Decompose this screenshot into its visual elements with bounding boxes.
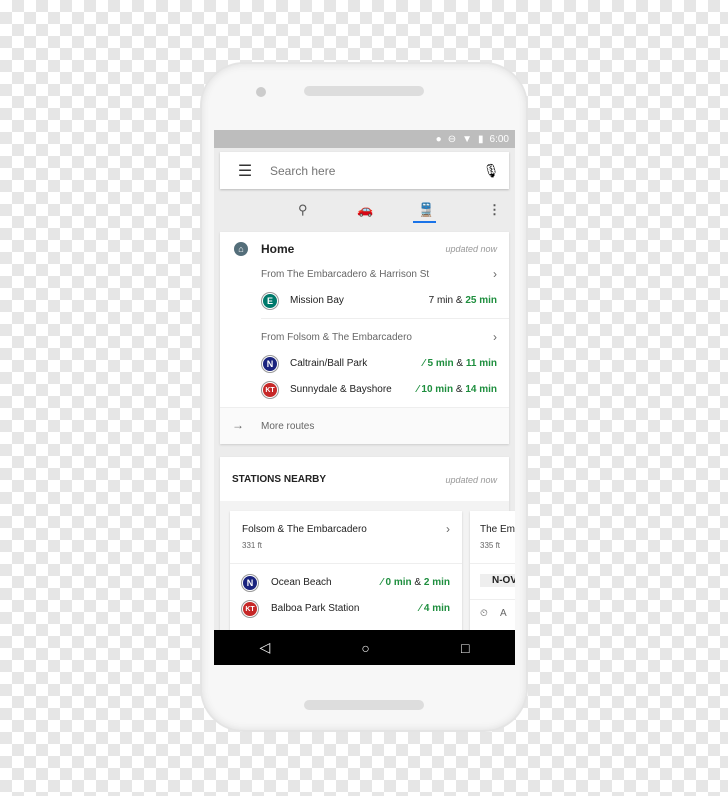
home-icon: ⌂: [233, 241, 249, 257]
from-label: From Folsom & The Embarcadero: [261, 332, 412, 343]
more-routes-button[interactable]: → More routes: [220, 407, 509, 444]
car-icon[interactable]: 🚗: [357, 202, 373, 218]
recents-button[interactable]: □: [461, 640, 469, 656]
updated-label: updated now: [445, 475, 497, 485]
arrow-right-icon: →: [232, 418, 244, 432]
extra-label: A: [500, 608, 507, 619]
status-bar: ● ⊖ ▼ ▮ 6:00: [214, 130, 515, 148]
home-card: ⌂ Home updated now From The Embarcadero …: [220, 232, 509, 444]
menu-icon[interactable]: ☰: [220, 161, 270, 181]
back-button[interactable]: ◁: [260, 639, 271, 656]
line-label: N-OV: [480, 574, 515, 587]
divider: [230, 563, 462, 564]
chevron-right-icon: ›: [446, 522, 450, 536]
status-time: 6:00: [489, 133, 509, 145]
time-2: 11 min: [465, 358, 497, 369]
more-icon[interactable]: ⋮: [488, 202, 501, 218]
schedule-icon: ⏲: [480, 608, 488, 619]
route-dest: Balboa Park Station: [271, 603, 360, 614]
divider: [261, 318, 509, 319]
amp: &: [414, 577, 422, 588]
from-label: From The Embarcadero & Harrison St: [261, 269, 430, 280]
time-1: 0 min: [385, 577, 412, 588]
camera: [256, 87, 266, 97]
explore-icon[interactable]: ⚲: [298, 202, 308, 218]
route-dest: Ocean Beach: [271, 577, 332, 588]
android-nav-bar: ◁ ○ □: [214, 630, 515, 665]
station-name: Folsom & The Embarcadero: [242, 524, 367, 535]
home-title: Home: [261, 242, 295, 256]
station-name: The Em: [480, 524, 515, 535]
wifi-icon: ▼: [462, 133, 473, 145]
amp: &: [455, 384, 463, 395]
line-badge: N: [262, 356, 278, 372]
updated-label: updated now: [445, 244, 497, 254]
transit-icon[interactable]: 🚆: [418, 202, 434, 218]
active-tab-indicator: [413, 221, 436, 223]
location-icon: ●: [435, 133, 442, 145]
search-input[interactable]: [270, 163, 473, 178]
time-2: 2 min: [423, 577, 450, 588]
amp: &: [455, 295, 463, 306]
line-badge: KT: [242, 601, 258, 617]
time-1: 10 min: [421, 384, 454, 395]
more-routes-label: More routes: [261, 421, 315, 432]
route-dest: Mission Bay: [290, 295, 344, 306]
time-2: 25 min: [465, 295, 497, 306]
station-distance: 335 ft: [480, 541, 501, 550]
dnd-icon: ⊖: [447, 133, 457, 145]
divider: [470, 563, 515, 564]
station-distance: 331 ft: [242, 541, 263, 550]
divider: [470, 599, 515, 600]
screen: ● ⊖ ▼ ▮ 6:00 ☰ 🎙 ⚲ 🚗 🚆 ⋮ ⌂ Home updated …: [214, 130, 515, 665]
mic-icon[interactable]: 🎙: [473, 163, 509, 179]
line-badge: E: [262, 293, 278, 309]
stations-title: STATIONS NEARBY: [232, 474, 327, 485]
bottom-speaker: [304, 700, 424, 710]
time-1: 5 min: [427, 358, 454, 369]
route-dest: Sunnydale & Bayshore: [290, 384, 392, 395]
amp: &: [456, 358, 464, 369]
time-1: 7 min: [428, 295, 454, 306]
battery-icon: ▮: [478, 133, 484, 145]
line-badge: N: [242, 575, 258, 591]
speaker: [304, 86, 424, 96]
line-badge: KT: [262, 382, 278, 398]
chevron-right-icon: ›: [493, 330, 497, 344]
time-1: 4 min: [423, 603, 450, 614]
route-dest: Caltrain/Ball Park: [290, 358, 368, 369]
home-button[interactable]: ○: [361, 640, 369, 656]
time-2: 14 min: [465, 384, 497, 395]
mode-tabs: ⚲ 🚗 🚆 ⋮: [214, 192, 515, 230]
search-bar: ☰ 🎙: [220, 152, 509, 189]
chevron-right-icon: ›: [493, 267, 497, 281]
